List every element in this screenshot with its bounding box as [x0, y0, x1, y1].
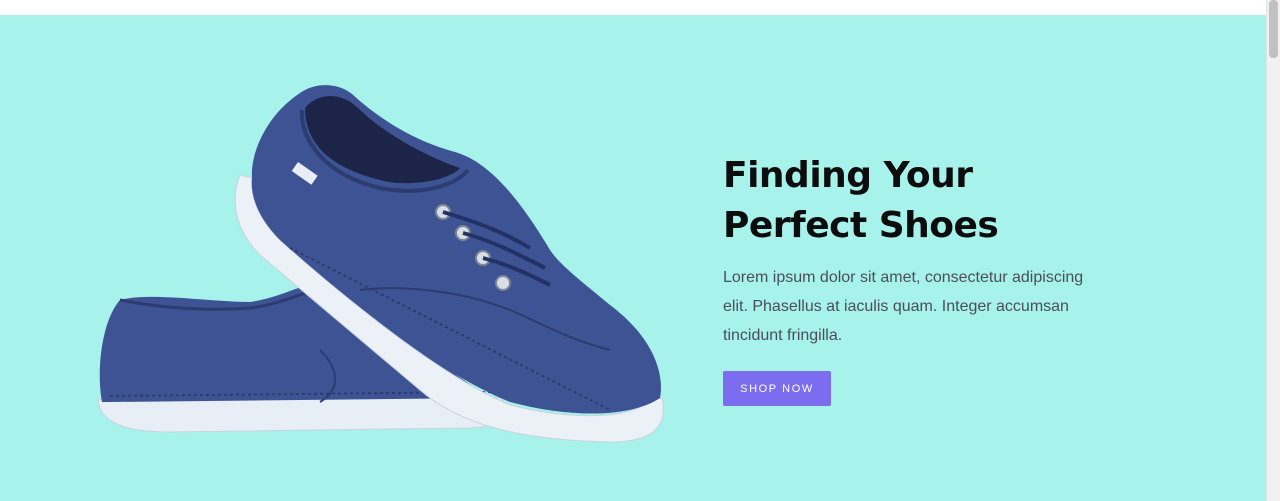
- hero-banner: Finding Your Perfect Shoes Lorem ipsum d…: [0, 15, 1266, 501]
- top-bar: [0, 0, 1266, 15]
- hero-title-line2: Perfect Shoes: [723, 205, 999, 246]
- sneakers-image: [97, 85, 664, 443]
- page-scrollbar[interactable]: [1266, 0, 1280, 501]
- hero-description: Lorem ipsum dolor sit amet, consectetur …: [723, 269, 1084, 344]
- shop-now-button[interactable]: SHOP NOW: [723, 371, 831, 406]
- hero-title-line1: Finding Your: [723, 155, 973, 196]
- hero-title: Finding Your Perfect Shoes: [723, 151, 1103, 251]
- hero-content: Finding Your Perfect Shoes Lorem ipsum d…: [723, 151, 1103, 406]
- scrollbar-thumb[interactable]: [1269, 0, 1278, 58]
